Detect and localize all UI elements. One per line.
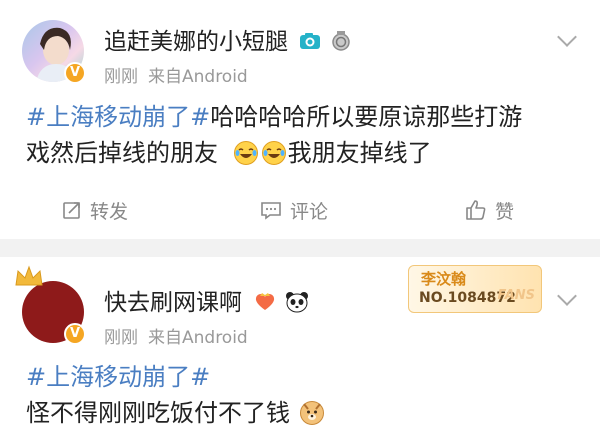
post-time: 刚刚	[104, 67, 138, 87]
post-text-line2: 戏然后掉线的朋友	[26, 139, 218, 167]
fans-badge-name: 李汶翰	[421, 270, 467, 288]
post-text-line: 怪不得刚刚吃饭付不了钱	[26, 399, 290, 427]
post-text-line2-end: 我朋友掉线了	[287, 139, 432, 167]
post-meta: 刚刚 来自Android	[104, 323, 248, 348]
chevron-down-icon[interactable]	[557, 27, 577, 47]
post-time: 刚刚	[104, 328, 138, 348]
comment-button[interactable]: 评论	[260, 188, 328, 232]
post-text: #上海移动崩了# 怪不得刚刚吃饭付不了钱	[26, 359, 584, 431]
verified-v-icon: V	[64, 323, 86, 345]
weibo-post-2: V 快去刷网课啊 李汶翰 NO.1084872 FANS 刚刚 来自Android…	[0, 257, 600, 441]
laugh-cry-emoji	[233, 141, 258, 165]
username[interactable]: 追赶美娜的小短腿	[104, 22, 351, 56]
medal-badge-icon	[331, 31, 350, 51]
post-text: #上海移动崩了#哈哈哈哈所以要原谅那些打游 戏然后掉线的朋友 我朋友掉线了	[26, 99, 584, 171]
comment-label: 评论	[290, 200, 329, 223]
like-button[interactable]: 赞	[465, 188, 514, 232]
thumbs-up-icon	[466, 200, 486, 220]
post-separator	[0, 239, 600, 257]
vip-heart-icon	[256, 293, 275, 310]
hashtag-link[interactable]: #上海移动崩了#	[26, 363, 210, 391]
camera-badge-icon	[300, 33, 321, 49]
chevron-down-icon[interactable]	[557, 286, 577, 306]
doge-emoji	[299, 401, 324, 425]
hashtag-link[interactable]: #上海移动崩了#	[26, 103, 210, 131]
like-label: 赞	[495, 200, 515, 223]
fans-badge-label: FANS	[497, 288, 535, 303]
panda-icon	[285, 292, 308, 313]
post-source: 来自Android	[148, 328, 248, 348]
username[interactable]: 快去刷网课啊	[104, 283, 309, 317]
comment-icon	[261, 202, 281, 220]
crown-icon	[15, 265, 43, 286]
action-bar: 转发 评论 赞	[0, 188, 600, 232]
verified-v-icon: V	[64, 62, 86, 84]
repost-button[interactable]: 转发	[62, 188, 128, 232]
repost-icon	[63, 202, 80, 219]
repost-label: 转发	[90, 200, 129, 223]
laugh-cry-emoji	[261, 141, 286, 165]
weibo-post-1: V 追赶美娜的小短腿 刚刚 来自Android #上海移动崩了#哈哈哈哈所以要原谅…	[0, 0, 600, 239]
fans-badge[interactable]: 李汶翰 NO.1084872 FANS	[408, 265, 542, 313]
post-source: 来自Android	[148, 67, 248, 87]
post-text-line1: 哈哈哈哈所以要原谅那些打游	[210, 103, 523, 131]
post-meta: 刚刚 来自Android	[104, 62, 248, 87]
